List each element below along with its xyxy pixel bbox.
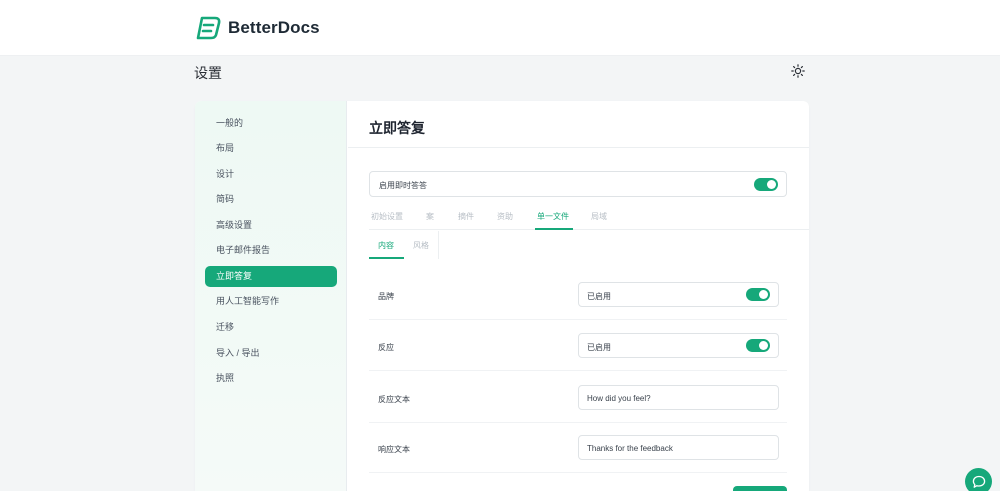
branding-label: 品牌	[378, 292, 394, 301]
sidebar-item-instant-answer[interactable]: 立即答复	[205, 266, 337, 287]
divider	[348, 147, 809, 148]
branding-row: 品牌 已启用	[369, 270, 787, 320]
tab-area[interactable]: 局域	[591, 211, 607, 222]
tab-initial-settings[interactable]: 初始设置	[371, 211, 403, 222]
chat-bubble-icon	[972, 475, 985, 488]
sidebar-item-shortcodes[interactable]: 简码	[205, 189, 337, 210]
main-content: 立即答复 启用即时答答 初始设置 案 摘件 资助 单一文件 局域 内容 风格 品…	[348, 101, 809, 491]
sidebar-item-general[interactable]: 一般的	[205, 113, 337, 134]
settings-panel: 一般的 布局 设计 简码 高级设置 电子邮件报告 立即答复 用人工智能写作 迁移…	[195, 101, 809, 491]
subtab-content[interactable]: 内容	[378, 240, 394, 251]
branding-status: 已启用	[587, 292, 611, 301]
page-title: 设置	[194, 65, 222, 81]
tab-sponsor[interactable]: 资助	[497, 211, 513, 222]
section-title: 立即答复	[369, 120, 425, 136]
tab-excerpt[interactable]: 摘件	[458, 211, 474, 222]
response-text-label: 响应文本	[378, 445, 410, 454]
top-bar: BetterDocs	[0, 0, 1000, 56]
branding-field: 已启用	[578, 282, 779, 307]
reaction-status: 已启用	[587, 343, 611, 352]
subtab-style[interactable]: 风格	[413, 240, 429, 251]
reaction-label: 反应	[378, 343, 394, 352]
content-style-subtabs: 内容 风格	[369, 231, 439, 259]
response-text-value: Thanks for the feedback	[587, 444, 673, 453]
reaction-toggle[interactable]	[746, 339, 770, 352]
reaction-field: 已启用	[578, 333, 779, 358]
theme-toggle-button[interactable]	[786, 60, 810, 82]
response-text-row: 响应文本 Thanks for the feedback	[369, 423, 787, 473]
brand-logo[interactable]: BetterDocs	[196, 16, 320, 40]
sidebar-item-migration[interactable]: 迁移	[205, 317, 337, 338]
sidebar-item-import-export[interactable]: 导入 / 导出	[205, 343, 337, 364]
reaction-text-input[interactable]: How did you feel?	[578, 385, 779, 410]
save-button[interactable]	[733, 486, 787, 491]
settings-sidebar: 一般的 布局 设计 简码 高级设置 电子邮件报告 立即答复 用人工智能写作 迁移…	[195, 101, 347, 491]
tab-single-doc[interactable]: 单一文件	[537, 211, 569, 222]
reaction-row: 反应 已启用	[369, 321, 787, 371]
sidebar-item-ai-writing[interactable]: 用人工智能写作	[205, 291, 337, 312]
sidebar-item-email-report[interactable]: 电子邮件报告	[205, 240, 337, 261]
enable-instant-answer-label: 启用即时答答	[379, 181, 427, 190]
chat-widget-button[interactable]	[965, 468, 992, 491]
enable-instant-answer-field: 启用即时答答	[369, 171, 787, 197]
sidebar-item-advanced[interactable]: 高级设置	[205, 215, 337, 236]
sidebar-item-layout[interactable]: 布局	[205, 138, 337, 159]
tab-case[interactable]: 案	[426, 211, 434, 222]
active-subtab-indicator	[369, 257, 404, 259]
settings-tabs: 初始设置 案 摘件 资助 单一文件 局域	[369, 205, 809, 230]
sidebar-item-design[interactable]: 设计	[205, 164, 337, 185]
reaction-text-label: 反应文本	[378, 395, 410, 404]
reaction-text-row: 反应文本 How did you feel?	[369, 373, 787, 423]
sidebar-item-license[interactable]: 执照	[205, 368, 337, 389]
brand-name: BetterDocs	[228, 18, 320, 37]
enable-instant-answer-toggle[interactable]	[754, 178, 778, 191]
sun-icon	[791, 64, 805, 78]
response-text-input[interactable]: Thanks for the feedback	[578, 435, 779, 460]
reaction-text-value: How did you feel?	[587, 394, 651, 403]
active-tab-indicator	[535, 228, 573, 230]
branding-toggle[interactable]	[746, 288, 770, 301]
betterdocs-logo-icon	[196, 16, 221, 40]
